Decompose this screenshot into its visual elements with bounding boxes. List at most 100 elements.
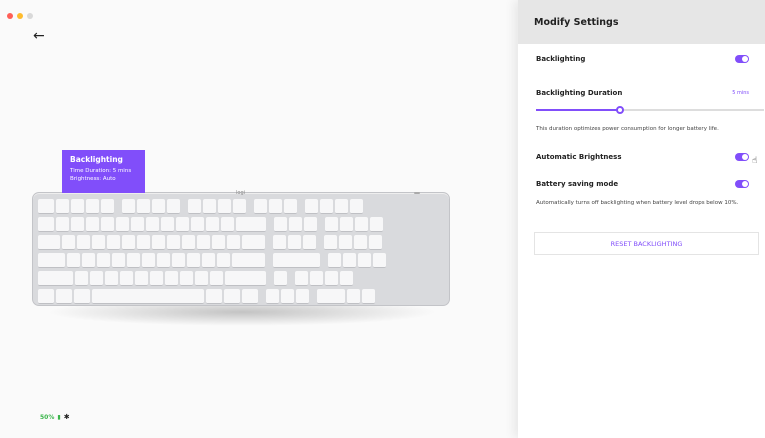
slider-thumb[interactable] [616, 106, 625, 114]
keyboard-key [254, 199, 267, 214]
keyboard-key [206, 217, 219, 232]
keyboard-key [122, 199, 135, 214]
keyboard-key [188, 199, 201, 214]
tooltip-duration: Time Duration: 5 mins [70, 168, 132, 174]
panel-header: Modify Settings [518, 0, 765, 44]
keyboard-key [56, 289, 72, 304]
keyboard-key [274, 217, 287, 232]
keyboard-key [86, 199, 99, 214]
keyboard-key [38, 235, 60, 250]
tooltip-title: Backlighting [70, 155, 123, 164]
keyboard-key [62, 235, 75, 250]
auto-brightness-toggle[interactable] [735, 153, 749, 161]
battery-icon: ▮ [57, 413, 61, 421]
minimize-window-button[interactable] [17, 13, 23, 19]
keyboard-key [86, 217, 99, 232]
keyboard-key [157, 253, 170, 268]
duration-description: This duration optimizes power consumptio… [536, 126, 719, 132]
duration-slider[interactable] [536, 106, 764, 114]
panel-title: Modify Settings [534, 16, 619, 28]
keyboard-key [305, 199, 318, 214]
battery-saving-label: Battery saving mode [536, 180, 619, 188]
keyboard-key [339, 235, 352, 250]
keyboard-key [304, 217, 317, 232]
keyboard-row [38, 199, 444, 214]
keyboard-key [325, 217, 338, 232]
keyboard-illustration: logi [32, 186, 450, 326]
keyboard-key [38, 271, 73, 286]
tooltip-brightness: Brightness: Auto [70, 176, 116, 182]
key-gap [116, 199, 120, 214]
keyboard-key [152, 199, 165, 214]
keyboard-led [414, 192, 420, 194]
keyboard-key [203, 199, 216, 214]
bluetooth-icon: ✱ [63, 413, 70, 421]
keyboard-key [161, 217, 174, 232]
keyboard-key [217, 253, 230, 268]
keyboard-key [266, 289, 279, 304]
keyboard-key [71, 199, 84, 214]
key-gap [289, 271, 293, 286]
keyboard-key [273, 253, 320, 268]
keyboard-key [212, 235, 225, 250]
reset-backlighting-button[interactable]: RESET BACKLIGHTING [534, 232, 759, 255]
toggle-knob [742, 154, 748, 160]
close-window-button[interactable] [7, 13, 13, 19]
keyboard-key [67, 253, 80, 268]
app-window: ← logi Backlighting Time Duration: 5 min… [0, 0, 765, 438]
keyboard-key [328, 253, 341, 268]
keyboard-key [335, 199, 348, 214]
key-gap [260, 289, 264, 304]
key-gap [248, 199, 252, 214]
keyboard-key [152, 235, 165, 250]
key-gap [299, 199, 303, 214]
keyboard-key [38, 253, 65, 268]
key-gap [267, 235, 271, 250]
keyboard-key [56, 217, 69, 232]
back-arrow-icon[interactable]: ← [33, 29, 45, 43]
maximize-window-button[interactable] [27, 13, 33, 19]
keyboard-key [242, 235, 265, 250]
keyboard-key [71, 217, 84, 232]
keyboard-key [233, 199, 246, 214]
keyboard-key [225, 271, 266, 286]
keyboard-key [236, 217, 266, 232]
duration-row: Backlighting Duration 5 mins [536, 89, 749, 97]
keyboard-key [343, 253, 356, 268]
keyboard-key [310, 271, 323, 286]
keyboard-key [317, 289, 345, 304]
keyboard-key [206, 289, 222, 304]
keyboard-key [112, 253, 125, 268]
keyboard-key [167, 235, 180, 250]
keyboard-key [324, 235, 337, 250]
keyboard-key [101, 217, 114, 232]
hand-cursor-icon: ☝ [752, 156, 758, 166]
keyboard-key [242, 289, 258, 304]
keyboard-key [325, 271, 338, 286]
battery-status: 50% ▮ ✱ [40, 413, 70, 421]
duration-label: Backlighting Duration [536, 89, 623, 97]
keyboard-key [74, 289, 90, 304]
battery-percent: 50% [40, 413, 55, 421]
backlighting-tooltip: Backlighting Time Duration: 5 mins Brigh… [62, 150, 145, 193]
keyboard-key [176, 217, 189, 232]
keyboard-key [38, 289, 54, 304]
keyboard-key [165, 271, 178, 286]
keyboard-key [303, 235, 316, 250]
keyboard-row [38, 235, 444, 250]
key-gap [318, 235, 322, 250]
keyboard-body: logi [32, 190, 450, 306]
keyboard-key [127, 253, 140, 268]
battery-saving-toggle[interactable] [735, 180, 749, 188]
keyboard-key [347, 289, 360, 304]
keyboard-key [274, 271, 287, 286]
backlighting-toggle[interactable] [735, 55, 749, 63]
window-controls [7, 13, 33, 19]
keyboard-logo: logi [236, 190, 246, 196]
keyboard-key [218, 199, 231, 214]
keyboard-key [131, 217, 144, 232]
keyboard-key [269, 199, 282, 214]
keyboard-key [180, 271, 193, 286]
battery-saving-row: Battery saving mode [536, 180, 749, 188]
keyboard-key [116, 217, 129, 232]
